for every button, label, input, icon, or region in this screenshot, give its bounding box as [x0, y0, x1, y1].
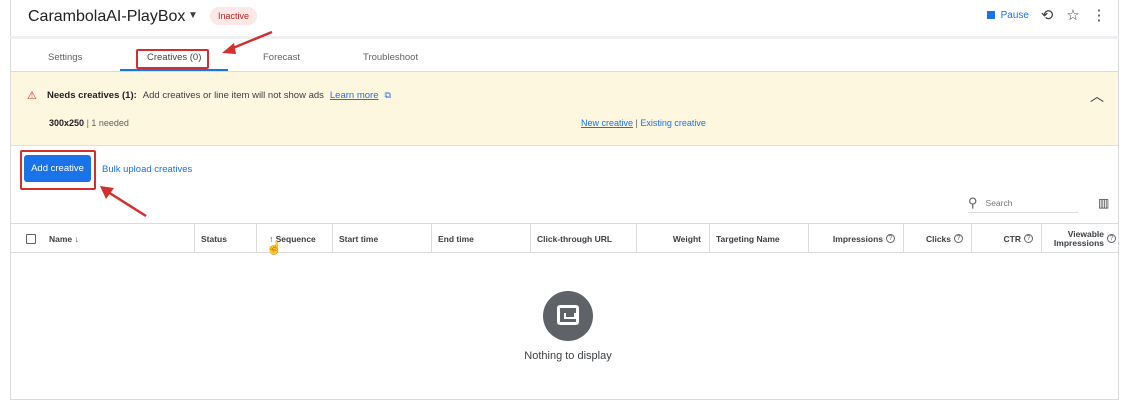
- title-dropdown-icon[interactable]: ▼: [188, 10, 198, 21]
- tab-forecast[interactable]: Forecast: [263, 52, 300, 63]
- creative-needed-count: | 1 needed: [86, 118, 129, 128]
- alert-action-separator: |: [635, 118, 638, 128]
- add-creative-highlight: [20, 150, 96, 190]
- header-divider: [10, 36, 1119, 39]
- alert-title: Needs creatives (1):: [47, 90, 137, 101]
- status-badge: Inactive: [210, 7, 258, 25]
- creatives-tab-highlight: [136, 49, 209, 69]
- help-icon[interactable]: ?: [886, 234, 895, 243]
- column-click-through-url[interactable]: Click-through URL: [530, 224, 636, 253]
- header-actions: Pause ⟲ ☆ ⋮: [986, 6, 1107, 24]
- inbox-icon: [557, 305, 579, 325]
- star-icon[interactable]: ☆: [1065, 6, 1081, 24]
- chevron-up-icon[interactable]: ︿: [1090, 86, 1104, 106]
- column-clicks[interactable]: Clicks?: [903, 224, 971, 253]
- empty-state-message: Nothing to display: [524, 350, 612, 362]
- existing-creative-link[interactable]: Existing creative: [640, 118, 706, 128]
- column-status[interactable]: Status: [194, 224, 256, 253]
- pause-label: Pause: [1000, 9, 1029, 21]
- active-tab-indicator: [120, 69, 228, 71]
- search-icon: ⚲: [968, 194, 978, 210]
- hand-cursor-icon: ☝: [266, 240, 283, 255]
- learn-more-link[interactable]: Learn more: [330, 90, 379, 101]
- alert-size-row: 300x250 | 1 needed: [49, 118, 129, 128]
- bulk-upload-link[interactable]: Bulk upload creatives: [102, 164, 192, 175]
- history-icon[interactable]: ⟲: [1039, 6, 1055, 24]
- line-item-header: CarambolaAI-PlayBox ▼ Inactive Pause ⟲ ☆…: [10, 0, 1119, 34]
- alert-actions: New creative | Existing creative: [581, 118, 706, 128]
- column-targeting-name[interactable]: Targeting Name: [709, 224, 808, 253]
- help-icon[interactable]: ?: [1024, 234, 1033, 243]
- column-settings-icon[interactable]: ▥: [1098, 196, 1109, 210]
- column-viewable-impressions[interactable]: Viewable Impressions?: [1041, 224, 1118, 253]
- new-creative-link[interactable]: New creative: [581, 118, 633, 128]
- empty-state-graphic: [543, 291, 593, 341]
- creative-size: 300x250: [49, 118, 85, 128]
- column-name[interactable]: Name ↓: [49, 224, 194, 253]
- tab-settings[interactable]: Settings: [48, 52, 82, 63]
- pause-square-icon: [986, 11, 995, 19]
- column-weight[interactable]: Weight: [636, 224, 709, 253]
- help-icon[interactable]: ?: [1107, 234, 1116, 243]
- search-input[interactable]: [985, 197, 1056, 208]
- warning-icon: ⚠: [27, 90, 37, 102]
- table-search: ⚲: [968, 193, 1078, 213]
- alert-message-row: ⚠ Needs creatives (1): Add creatives or …: [27, 89, 391, 102]
- column-end-time[interactable]: End time: [431, 224, 530, 253]
- needs-creatives-alert: ⚠ Needs creatives (1): Add creatives or …: [11, 72, 1118, 146]
- help-icon[interactable]: ?: [954, 234, 963, 243]
- table-header: Name ↓ Status ↑ Sequence Start time End …: [11, 223, 1118, 253]
- pause-button[interactable]: Pause: [986, 9, 1029, 21]
- column-impressions[interactable]: Impressions?: [808, 224, 903, 253]
- tab-troubleshoot[interactable]: Troubleshoot: [363, 52, 418, 63]
- alert-message: Add creatives or line item will not show…: [142, 90, 324, 101]
- open-in-new-icon: ⧉: [384, 90, 391, 100]
- select-all-checkbox[interactable]: [26, 234, 36, 244]
- more-vert-icon[interactable]: ⋮: [1091, 6, 1107, 24]
- column-ctr[interactable]: CTR?: [971, 224, 1041, 253]
- page-title: CarambolaAI-PlayBox: [28, 8, 186, 25]
- sort-down-icon: ↓: [74, 233, 79, 244]
- column-start-time[interactable]: Start time: [332, 224, 431, 253]
